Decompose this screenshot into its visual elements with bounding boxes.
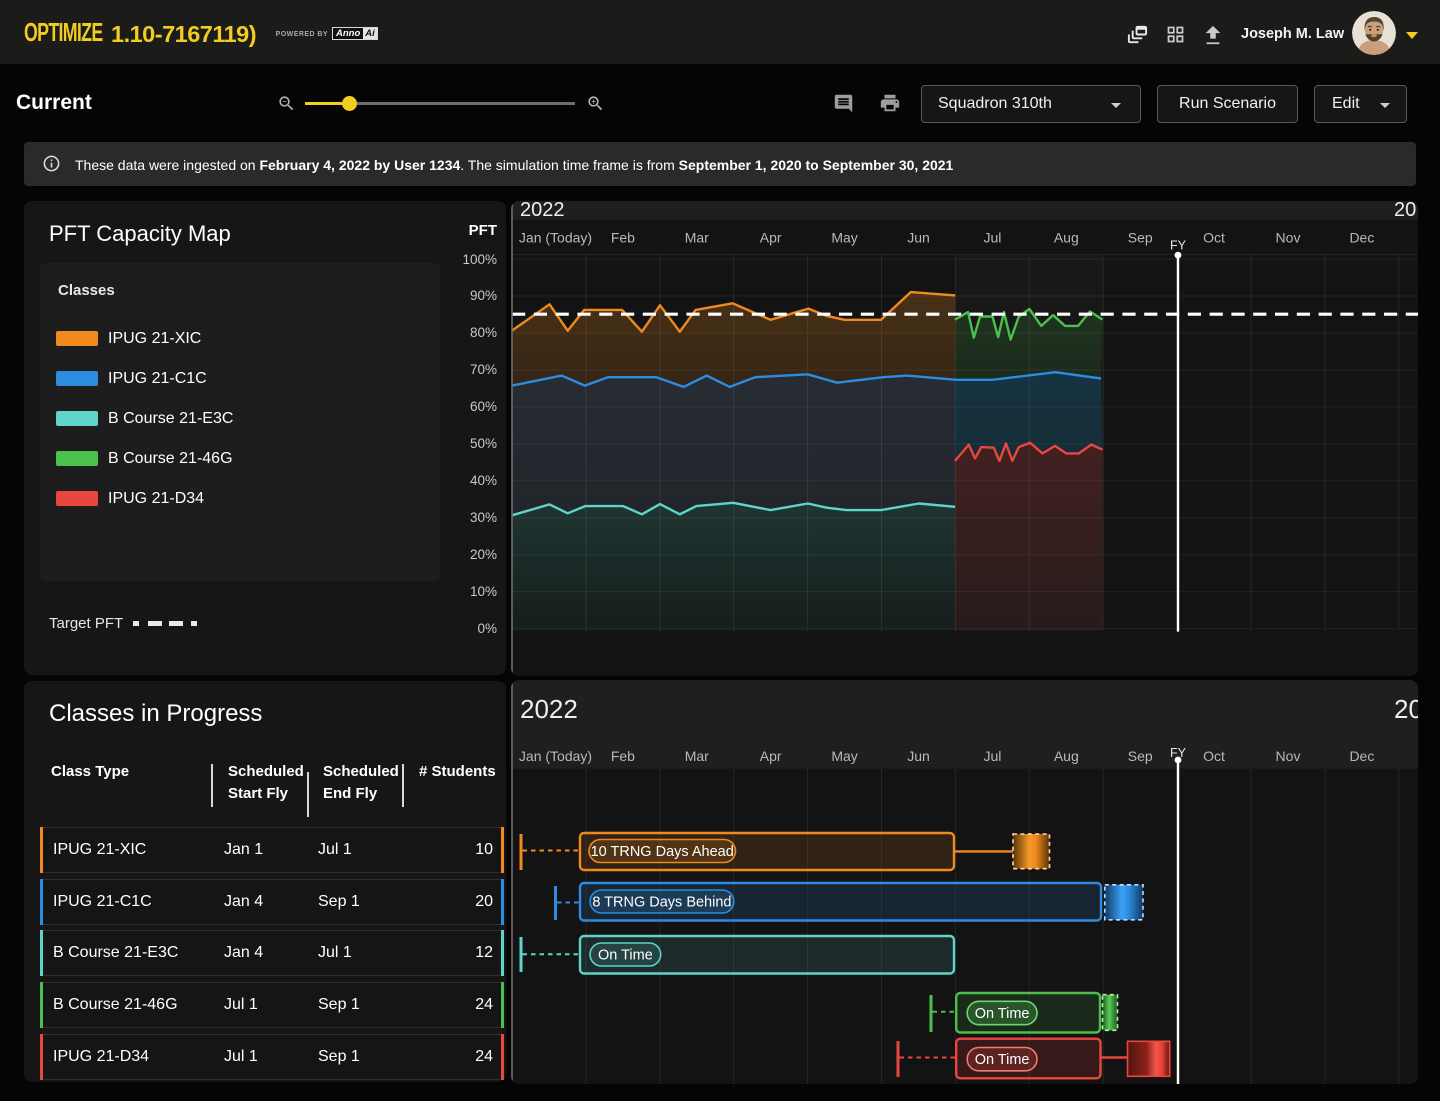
svg-text:FY: FY — [1170, 239, 1187, 253]
svg-text:Nov: Nov — [1276, 230, 1301, 246]
svg-text:2022: 2022 — [520, 201, 565, 221]
svg-text:On Time: On Time — [975, 1052, 1030, 1068]
svg-text:May: May — [831, 230, 857, 246]
svg-text:10 TRNG Days Ahead: 10 TRNG Days Ahead — [591, 844, 734, 860]
svg-text:Jun: Jun — [907, 748, 930, 764]
svg-text:Feb: Feb — [611, 230, 635, 246]
svg-text:Jan (Today): Jan (Today) — [519, 748, 592, 764]
svg-text:2022: 2022 — [520, 694, 578, 724]
svg-text:Jan (Today): Jan (Today) — [519, 230, 592, 246]
svg-text:8 TRNG Days Behind: 8 TRNG Days Behind — [592, 895, 731, 911]
svg-text:On Time: On Time — [598, 948, 653, 964]
svg-text:On Time: On Time — [975, 1006, 1030, 1022]
svg-text:Dec: Dec — [1349, 230, 1374, 246]
svg-text:May: May — [831, 748, 857, 764]
svg-text:20: 20 — [1394, 201, 1416, 221]
svg-text:Apr: Apr — [760, 748, 782, 764]
svg-text:Jul: Jul — [983, 748, 1001, 764]
svg-text:Oct: Oct — [1203, 748, 1225, 764]
svg-text:Dec: Dec — [1349, 748, 1374, 764]
svg-text:Sep: Sep — [1128, 230, 1153, 246]
svg-text:Feb: Feb — [611, 748, 635, 764]
svg-text:Oct: Oct — [1203, 230, 1225, 246]
svg-text:20: 20 — [1394, 694, 1418, 724]
svg-text:Aug: Aug — [1054, 230, 1079, 246]
svg-text:Jun: Jun — [907, 230, 930, 246]
svg-text:Sep: Sep — [1128, 748, 1153, 764]
svg-text:Jul: Jul — [983, 230, 1001, 246]
svg-text:Aug: Aug — [1054, 748, 1079, 764]
svg-text:Mar: Mar — [685, 230, 709, 246]
svg-text:Apr: Apr — [760, 230, 782, 246]
svg-text:Nov: Nov — [1276, 748, 1301, 764]
svg-text:Mar: Mar — [685, 748, 709, 764]
